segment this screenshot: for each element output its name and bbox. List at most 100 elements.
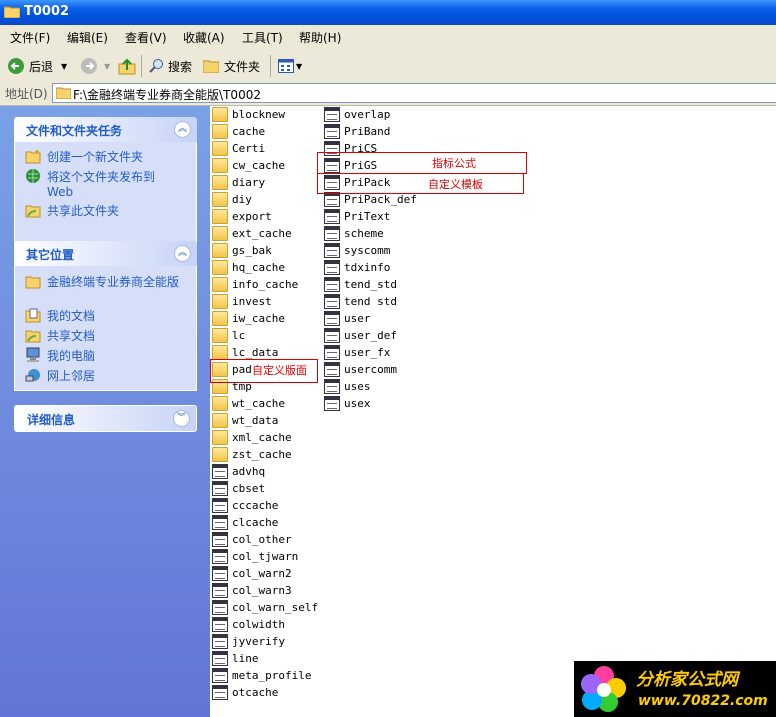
up-folder-button[interactable] [118, 56, 136, 76]
file-item[interactable]: tend_std [324, 276, 397, 293]
folder-icon [203, 60, 219, 73]
folder-item[interactable]: xml_cache [212, 429, 292, 446]
folders-label: 文件夹 [224, 59, 261, 74]
item-name: line [232, 652, 259, 665]
file-item[interactable]: user_fx [324, 344, 390, 361]
folder-item[interactable]: wt_data [212, 412, 278, 429]
file-item[interactable]: col_tjwarn [212, 548, 298, 565]
file-item[interactable]: cccache [212, 497, 278, 514]
file-tasks-title: 文件和文件夹任务 [26, 124, 123, 138]
title-bar[interactable]: T0002 [0, 0, 776, 25]
folder-item[interactable]: Certi [212, 140, 265, 157]
folder-icon [212, 413, 228, 428]
file-item[interactable]: user [324, 310, 371, 327]
place-my-documents[interactable]: 我的文档 [25, 307, 95, 324]
folder-item[interactable]: info_cache [212, 276, 298, 293]
file-item[interactable]: tdxinfo [324, 259, 390, 276]
menu-file[interactable]: 文件(F) [10, 29, 50, 46]
back-arrow-icon [8, 58, 24, 74]
folder-item[interactable]: invest [212, 293, 272, 310]
file-item[interactable]: col_other [212, 531, 292, 548]
file-item[interactable]: PriText [324, 208, 390, 225]
folder-icon [56, 87, 71, 99]
folder-icon [212, 294, 228, 309]
address-input[interactable]: F:\金融终端专业券商全能版\T0002 [52, 83, 776, 103]
menu-bar: 文件(F) 编辑(E) 查看(V) 收藏(A) 工具(T) 帮助(H) [0, 25, 776, 50]
file-icon [324, 311, 340, 326]
file-item[interactable]: clcache [212, 514, 278, 531]
folder-icon [212, 311, 228, 326]
file-item[interactable]: PriBand [324, 123, 390, 140]
task-share-folder-label: 共享此文件夹 [47, 204, 120, 218]
menu-tools[interactable]: 工具(T) [242, 29, 283, 46]
file-item[interactable]: otcache [212, 684, 278, 701]
folder-item[interactable]: wt_cache [212, 395, 285, 412]
file-item[interactable]: meta_profile [212, 667, 311, 684]
place-my-computer[interactable]: 我的电脑 [25, 347, 95, 364]
views-button[interactable]: ▼ [278, 56, 302, 76]
file-item[interactable]: jyverify [212, 633, 285, 650]
file-item[interactable]: usex [324, 395, 371, 412]
other-places-header[interactable]: 其它位置 ︽ [14, 241, 197, 266]
folder-item[interactable]: diy [212, 191, 252, 208]
back-button[interactable]: 后退 ▼ [7, 56, 67, 76]
file-item[interactable]: user_def [324, 327, 397, 344]
file-item[interactable]: uses [324, 378, 371, 395]
folder-item[interactable]: iw_cache [212, 310, 285, 327]
folder-item[interactable]: blocknew [212, 106, 285, 123]
file-item[interactable]: advhq [212, 463, 265, 480]
folder-item[interactable]: cache [212, 123, 265, 140]
place-parent-folder[interactable]: 金融终端专业券商全能版 [25, 273, 180, 290]
file-icon [212, 515, 228, 530]
dropdown-arrow-icon[interactable]: ▼ [104, 62, 110, 71]
collapse-chevron-icon[interactable]: ︽ [174, 245, 191, 262]
menu-edit[interactable]: 编辑(E) [67, 29, 108, 46]
place-parent-folder-label: 金融终端专业券商全能版 [47, 275, 180, 289]
item-name: lc_data [232, 346, 279, 359]
task-new-folder[interactable]: 创建一个新文件夹 [25, 148, 143, 165]
file-item[interactable]: col_warn_self [212, 599, 318, 616]
collapse-chevron-icon[interactable]: ︽ [174, 121, 191, 138]
file-item[interactable]: cbset [212, 480, 265, 497]
file-icon [212, 498, 228, 513]
folder-item[interactable]: export [212, 208, 272, 225]
dropdown-arrow-icon[interactable]: ▼ [61, 62, 67, 71]
menu-help[interactable]: 帮助(H) [299, 29, 341, 46]
search-button[interactable]: 搜索 [148, 56, 192, 76]
folder-item[interactable]: lc [212, 327, 245, 344]
file-item[interactable]: overlap [324, 106, 390, 123]
item-name: wt_data [232, 414, 279, 427]
folder-icon [212, 124, 228, 139]
file-item[interactable]: colwidth [212, 616, 285, 633]
file-icon [212, 532, 228, 547]
place-network[interactable]: 网上邻居 [25, 367, 95, 384]
folder-item[interactable]: hq_cache [212, 259, 285, 276]
folder-item[interactable]: gs_bak [212, 242, 272, 259]
item-name: cw_cache [232, 159, 285, 172]
forward-button[interactable]: ▼ [80, 56, 110, 76]
details-header[interactable]: 详细信息 ︾ [14, 405, 197, 432]
file-item[interactable]: usercomm [324, 361, 397, 378]
task-publish-web[interactable]: 将这个文件夹发布到 Web [25, 168, 175, 199]
dropdown-arrow-icon[interactable]: ▼ [296, 62, 302, 71]
file-item[interactable]: syscomm [324, 242, 390, 259]
file-item[interactable]: tend std [324, 293, 397, 310]
file-item[interactable]: col_warn2 [212, 565, 292, 582]
search-icon [149, 59, 163, 73]
menu-favorites[interactable]: 收藏(A) [183, 29, 225, 46]
folder-item[interactable]: diary [212, 174, 265, 191]
menu-view[interactable]: 查看(V) [125, 29, 167, 46]
place-shared-documents[interactable]: 共享文档 [25, 327, 95, 344]
file-item[interactable]: scheme [324, 225, 384, 242]
folder-item[interactable]: zst_cache [212, 446, 292, 463]
folders-button[interactable]: 文件夹 [203, 56, 260, 76]
file-item[interactable]: line [212, 650, 259, 667]
item-name: usex [344, 397, 371, 410]
file-tasks-header[interactable]: 文件和文件夹任务 ︽ [14, 117, 197, 142]
file-item[interactable]: col_warn3 [212, 582, 292, 599]
task-share-folder[interactable]: 共享此文件夹 [25, 202, 119, 219]
item-name: wt_cache [232, 397, 285, 410]
expand-chevron-icon[interactable]: ︾ [173, 410, 190, 427]
folder-item[interactable]: cw_cache [212, 157, 285, 174]
folder-item[interactable]: ext_cache [212, 225, 292, 242]
